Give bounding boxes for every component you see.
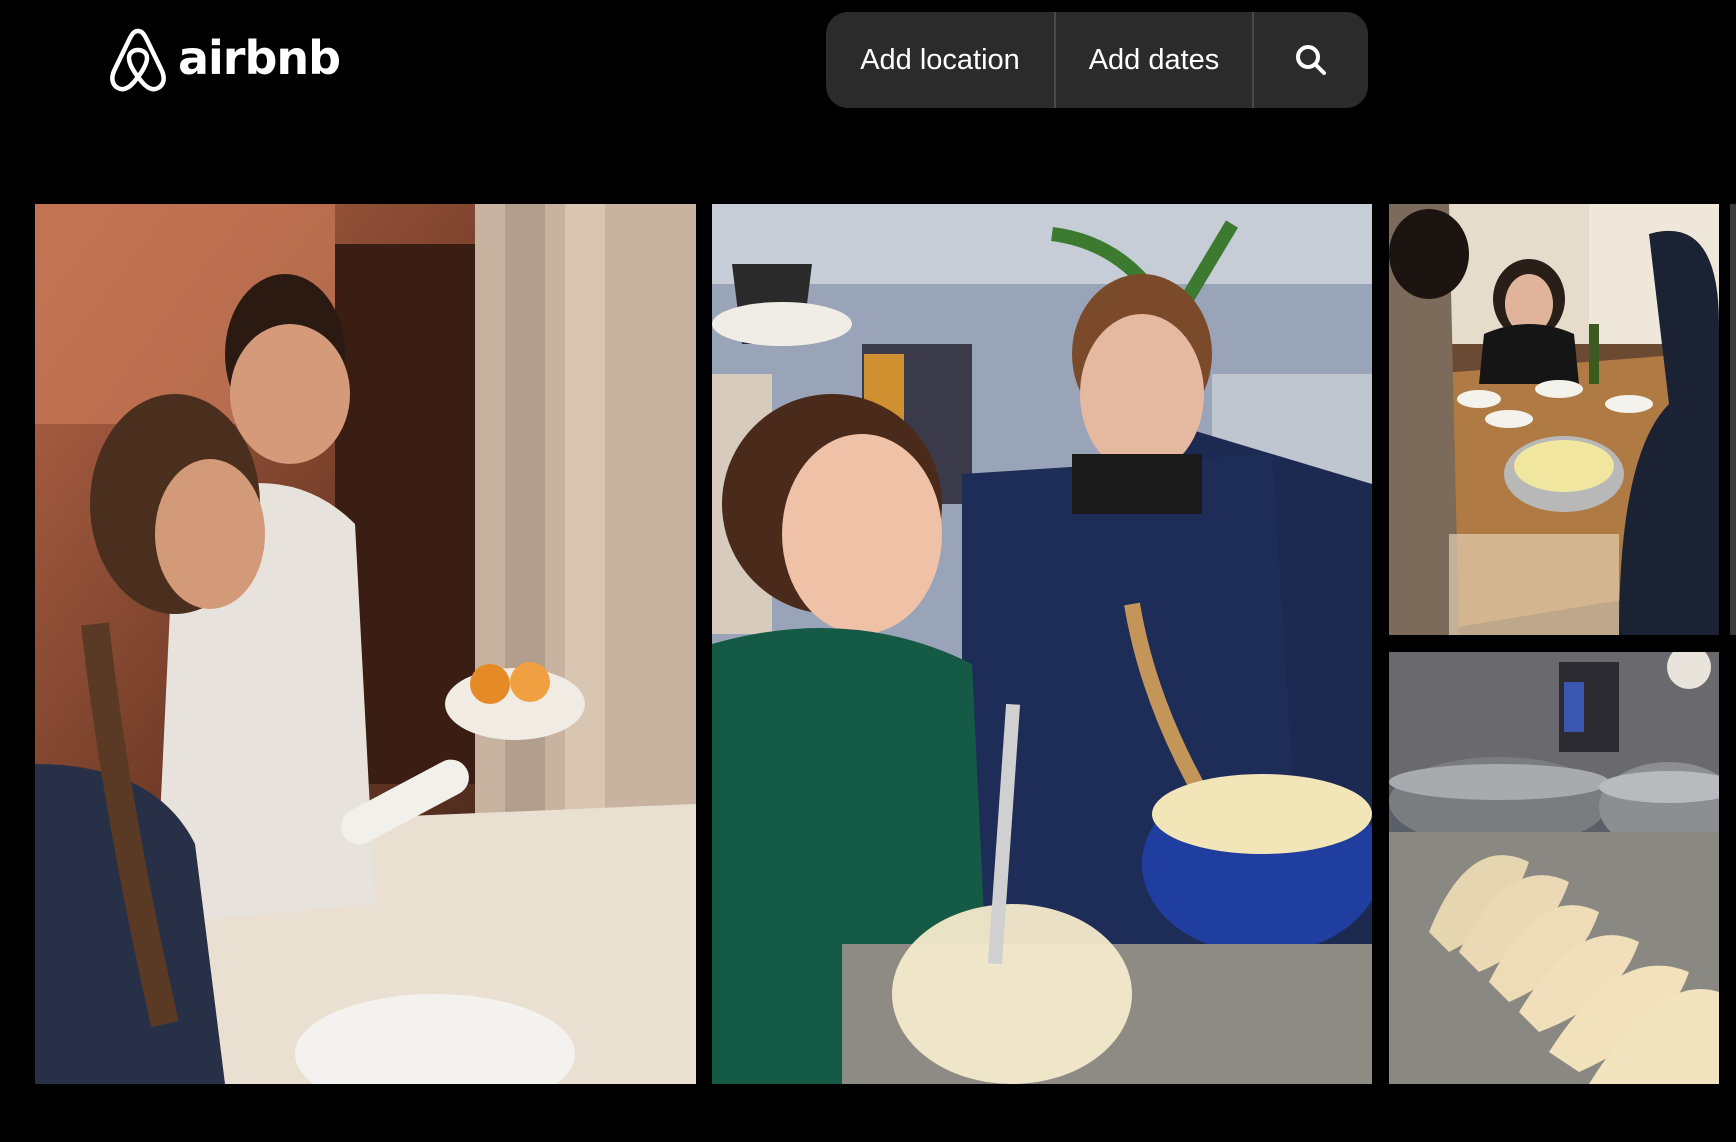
- photo-image: [1389, 204, 1719, 635]
- photo-dumplings-closeup[interactable]: [1389, 652, 1719, 1084]
- search-bar: Add location Add dates: [826, 12, 1368, 108]
- header: airbnb Add location Add dates: [0, 0, 1736, 140]
- photo-image: [1389, 652, 1719, 1084]
- add-dates-button[interactable]: Add dates: [1056, 12, 1254, 108]
- photo-partial-next[interactable]: [1730, 204, 1736, 635]
- photo-couple-mashing-potatoes[interactable]: [712, 204, 1372, 1084]
- search-icon: [1296, 45, 1326, 75]
- add-dates-label: Add dates: [1088, 43, 1220, 76]
- add-location-label: Add location: [860, 43, 1020, 76]
- photo-image: [35, 204, 696, 1084]
- photo-couple-rolling-dough[interactable]: [35, 204, 696, 1084]
- photo-image: [712, 204, 1372, 1084]
- airbnb-belo-icon: [110, 28, 166, 92]
- photo-dinner-table[interactable]: [1389, 204, 1719, 635]
- add-location-button[interactable]: Add location: [826, 12, 1056, 108]
- airbnb-logo[interactable]: airbnb: [108, 26, 341, 94]
- search-button[interactable]: [1254, 12, 1368, 108]
- airbnb-wordmark: airbnb: [178, 31, 341, 85]
